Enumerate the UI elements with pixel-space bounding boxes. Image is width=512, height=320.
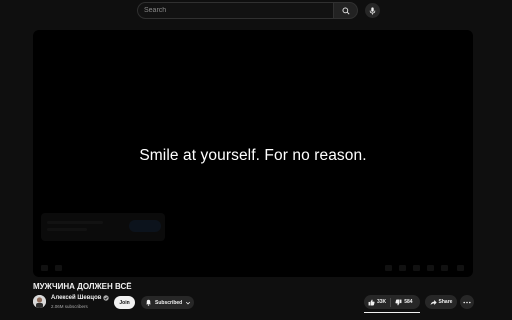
share-label: Share (438, 299, 453, 305)
thumbs-up-icon (368, 299, 375, 305)
search-input[interactable] (137, 2, 333, 19)
search-bar (137, 2, 380, 19)
video-title: МУЖЧИНА ДОЛЖЕН ВСЁ (33, 282, 132, 291)
like-button[interactable]: 33K (364, 295, 390, 309)
miniplayer-control[interactable] (427, 265, 434, 271)
share-button[interactable]: Share (425, 295, 457, 309)
video-player[interactable]: Smile at yourself. For no reason. (33, 30, 473, 277)
bell-icon (146, 299, 151, 306)
verified-check-icon (103, 295, 110, 301)
subtitles-control[interactable] (399, 265, 406, 271)
like-ratio-underline (364, 312, 420, 313)
share-arrow-icon (430, 299, 437, 305)
like-dislike-group: 33K 584 (364, 295, 420, 309)
fullscreen-control[interactable] (457, 265, 464, 271)
more-horizontal-icon (463, 301, 471, 303)
channel-name[interactable]: Алексей Шевцов (51, 295, 110, 301)
join-button[interactable]: Join (114, 296, 135, 309)
more-actions-button[interactable] (460, 295, 474, 309)
theater-control[interactable] (441, 265, 448, 271)
autoplay-control[interactable] (385, 265, 392, 271)
channel-name-text: Алексей Шевцов (51, 295, 102, 301)
subscriber-count: 2.06M subscribers (51, 304, 88, 309)
overlay-line (47, 221, 103, 224)
thumbs-down-icon (395, 299, 402, 305)
overlay-button[interactable] (129, 220, 161, 232)
subscribed-button[interactable]: Subscribed (141, 296, 194, 309)
avatar-image (33, 295, 46, 308)
chevron-down-icon (186, 301, 191, 304)
like-count: 33K (377, 299, 387, 305)
channel-avatar[interactable] (33, 295, 46, 308)
player-controls (33, 259, 473, 277)
search-icon (342, 7, 350, 15)
microphone-icon (369, 6, 376, 15)
settings-control[interactable] (413, 265, 420, 271)
voice-search-button[interactable] (365, 3, 380, 18)
overlay-line (47, 228, 87, 231)
dislike-count: 584 (404, 299, 413, 305)
dislike-button[interactable]: 584 (391, 295, 416, 309)
subscribed-label: Subscribed (155, 299, 183, 306)
top-bar (0, 0, 512, 22)
player-overlay-card (41, 213, 165, 241)
play-control[interactable] (41, 265, 48, 271)
video-caption: Smile at yourself. For no reason. (139, 147, 367, 164)
next-control[interactable] (55, 265, 62, 271)
search-button[interactable] (333, 2, 358, 19)
